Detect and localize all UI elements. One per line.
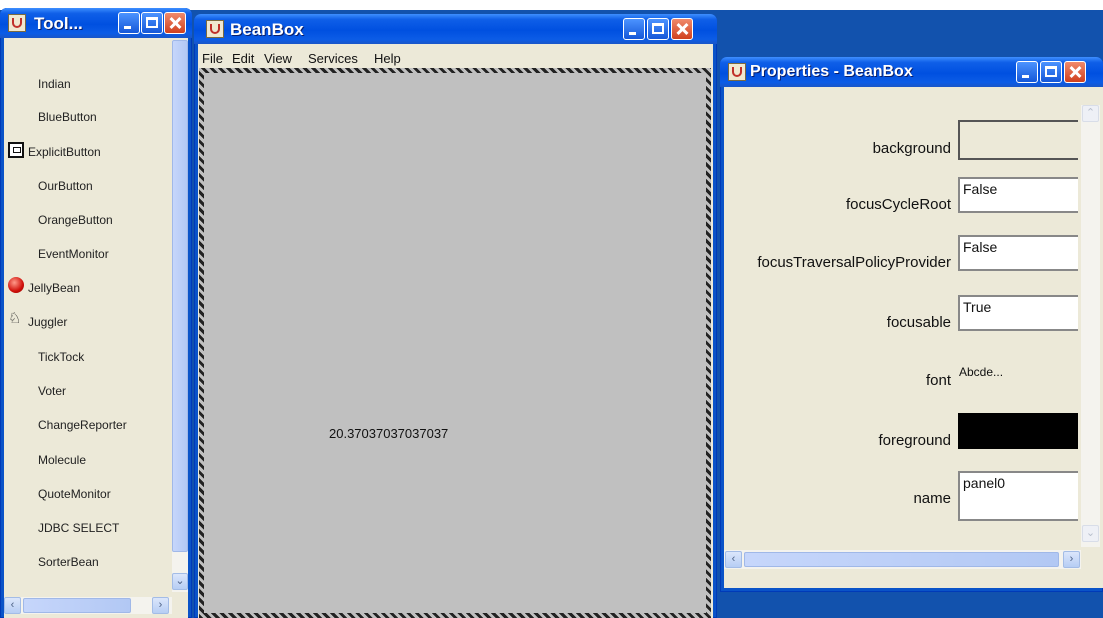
beanbox-window: BeanBox File Edit View Services Help 20.3703… — [194, 14, 717, 618]
toolbox-item[interactable]: Indian — [10, 77, 160, 97]
toolbox-bean-list: Indian BlueButton ExplicitButton OurButton O… — [4, 40, 170, 595]
maximize-button[interactable] — [1040, 61, 1062, 83]
toolbox-item-label: SorterBean — [38, 555, 99, 569]
minimize-button[interactable] — [1016, 61, 1038, 83]
toolbox-item[interactable]: JDBC SELECT — [10, 521, 160, 541]
scrollbar-thumb[interactable] — [172, 40, 188, 552]
property-editor-background[interactable] — [958, 120, 1078, 160]
toolbox-item[interactable]: ExplicitButton — [8, 142, 160, 165]
properties-horizontal-scrollbar[interactable]: ‹ › — [724, 550, 1081, 569]
property-editor-focusable[interactable]: True — [958, 295, 1078, 331]
toolbox-item[interactable]: Molecule — [10, 453, 160, 473]
font-preview[interactable]: Abcde... — [959, 365, 1003, 379]
beanbox-titlebar[interactable]: BeanBox — [194, 14, 717, 44]
close-button[interactable] — [671, 18, 693, 40]
toolbox-item-label: ChangeReporter — [38, 418, 127, 432]
toolbox-item[interactable]: BlueButton — [10, 110, 160, 130]
property-value: False — [963, 239, 998, 255]
menu-help[interactable]: Help — [374, 51, 401, 66]
toolbox-item-label: JDBC SELECT — [38, 521, 120, 535]
scrollbar-thumb[interactable] — [744, 552, 1059, 567]
jellybean-icon — [8, 277, 24, 293]
properties-vertical-scrollbar[interactable]: ⌃ ⌄ — [1081, 105, 1100, 547]
property-label-name: name — [913, 490, 951, 507]
toolbox-item[interactable]: Voter — [10, 384, 160, 404]
canvas-value-text: 20.37037037037037 — [329, 426, 449, 441]
minimize-button[interactable] — [118, 12, 140, 34]
toolbox-item-label: OurButton — [38, 179, 93, 193]
resize-grip[interactable] — [1081, 550, 1100, 569]
toolbox-item[interactable]: EventMonitor — [10, 247, 160, 267]
maximize-button[interactable] — [141, 12, 163, 34]
beanbox-menubar: File Edit View Services Help — [198, 48, 713, 68]
scrollbar-thumb[interactable] — [23, 598, 131, 613]
toolbox-item-label: Indian — [38, 77, 71, 91]
property-editor-focuscycleroot[interactable]: False — [958, 177, 1078, 213]
toolbox-item-label: ExplicitButton — [28, 145, 101, 159]
scroll-right-button[interactable]: › — [1063, 551, 1080, 568]
toolbox-item[interactable]: JellyBean — [8, 277, 160, 301]
menu-edit[interactable]: Edit — [232, 51, 254, 66]
toolbox-horizontal-scrollbar[interactable]: ‹ › — [4, 597, 172, 614]
property-label-focustraversalpolicyprovider: focusTraversalPolicyProvider — [757, 254, 951, 271]
toolbox-item-label: Juggler — [28, 315, 68, 329]
property-label-background: background — [872, 140, 951, 157]
toolbox-item[interactable]: TickTock — [10, 350, 160, 370]
scroll-down-button[interactable]: ⌄ — [172, 573, 188, 590]
toolbox-item-label: OrangeButton — [38, 213, 113, 227]
java-icon — [728, 63, 746, 81]
property-sheet: background focusCycleRoot False focusTraver… — [724, 87, 1079, 547]
property-editor-focustraversalpolicyprovider[interactable]: False — [958, 235, 1078, 271]
toolbox-item-label: TickTock — [38, 350, 85, 364]
minimize-button[interactable] — [623, 18, 645, 40]
menu-services[interactable]: Services — [308, 51, 358, 66]
beanbox-client: File Edit View Services Help 20.370370370370… — [198, 44, 713, 618]
toolbox-item-label: JellyBean — [28, 281, 81, 295]
property-editor-foreground[interactable] — [958, 413, 1078, 449]
property-value: False — [963, 181, 998, 197]
explicit-button-icon — [8, 142, 24, 158]
beanbox-canvas[interactable]: 20.37037037037037 — [204, 73, 706, 613]
toolbox-item[interactable]: ChangeReporter — [10, 418, 160, 438]
toolbox-item[interactable]: OrangeButton — [10, 213, 160, 233]
property-label-focusable: focusable — [886, 314, 951, 331]
property-label-font: font — [925, 372, 951, 389]
maximize-button[interactable] — [647, 18, 669, 40]
resize-grip[interactable] — [174, 597, 188, 614]
toolbox-item[interactable]: OurButton — [10, 179, 160, 199]
menu-view[interactable]: View — [264, 51, 292, 66]
scroll-left-button[interactable]: ‹ — [725, 551, 742, 568]
toolbox-item-label: QuoteMonitor — [38, 487, 111, 501]
properties-titlebar[interactable]: Properties - BeanBox — [720, 57, 1103, 87]
scroll-down-button[interactable]: ⌄ — [1082, 525, 1099, 542]
close-button[interactable] — [164, 12, 186, 34]
property-value: panel0 — [963, 475, 1006, 491]
menu-file[interactable]: File — [202, 51, 223, 66]
java-icon — [8, 14, 26, 32]
toolbox-item[interactable]: QuoteMonitor — [10, 487, 160, 507]
toolbox-vertical-scrollbar[interactable]: ⌄ — [172, 40, 188, 592]
toolbox-title: Tool... — [34, 14, 83, 33]
properties-title: Properties - BeanBox — [750, 63, 913, 80]
close-button[interactable] — [1064, 61, 1086, 83]
property-label-focuscycleroot: focusCycleRoot — [845, 196, 951, 213]
toolbox-item[interactable]: ♘ Juggler — [8, 310, 160, 335]
property-label-foreground: foreground — [878, 432, 951, 449]
scroll-up-button[interactable]: ⌃ — [1082, 105, 1099, 122]
toolbox-item[interactable]: SorterBean — [10, 555, 160, 575]
property-value: True — [963, 299, 992, 315]
toolbox-item-label: Molecule — [38, 453, 87, 467]
juggler-icon: ♘ — [8, 310, 22, 327]
java-icon — [206, 20, 224, 38]
toolbox-item-label: Voter — [38, 384, 67, 398]
toolbox-item-label: BlueButton — [38, 110, 97, 124]
scroll-left-button[interactable]: ‹ — [4, 597, 21, 614]
property-editor-name[interactable]: panel0 — [958, 471, 1078, 521]
toolbox-titlebar[interactable]: Tool... — [0, 8, 192, 38]
toolbox-item-label: EventMonitor — [38, 247, 109, 261]
scroll-right-button[interactable]: › — [152, 597, 169, 614]
beanbox-title: BeanBox — [230, 20, 304, 39]
